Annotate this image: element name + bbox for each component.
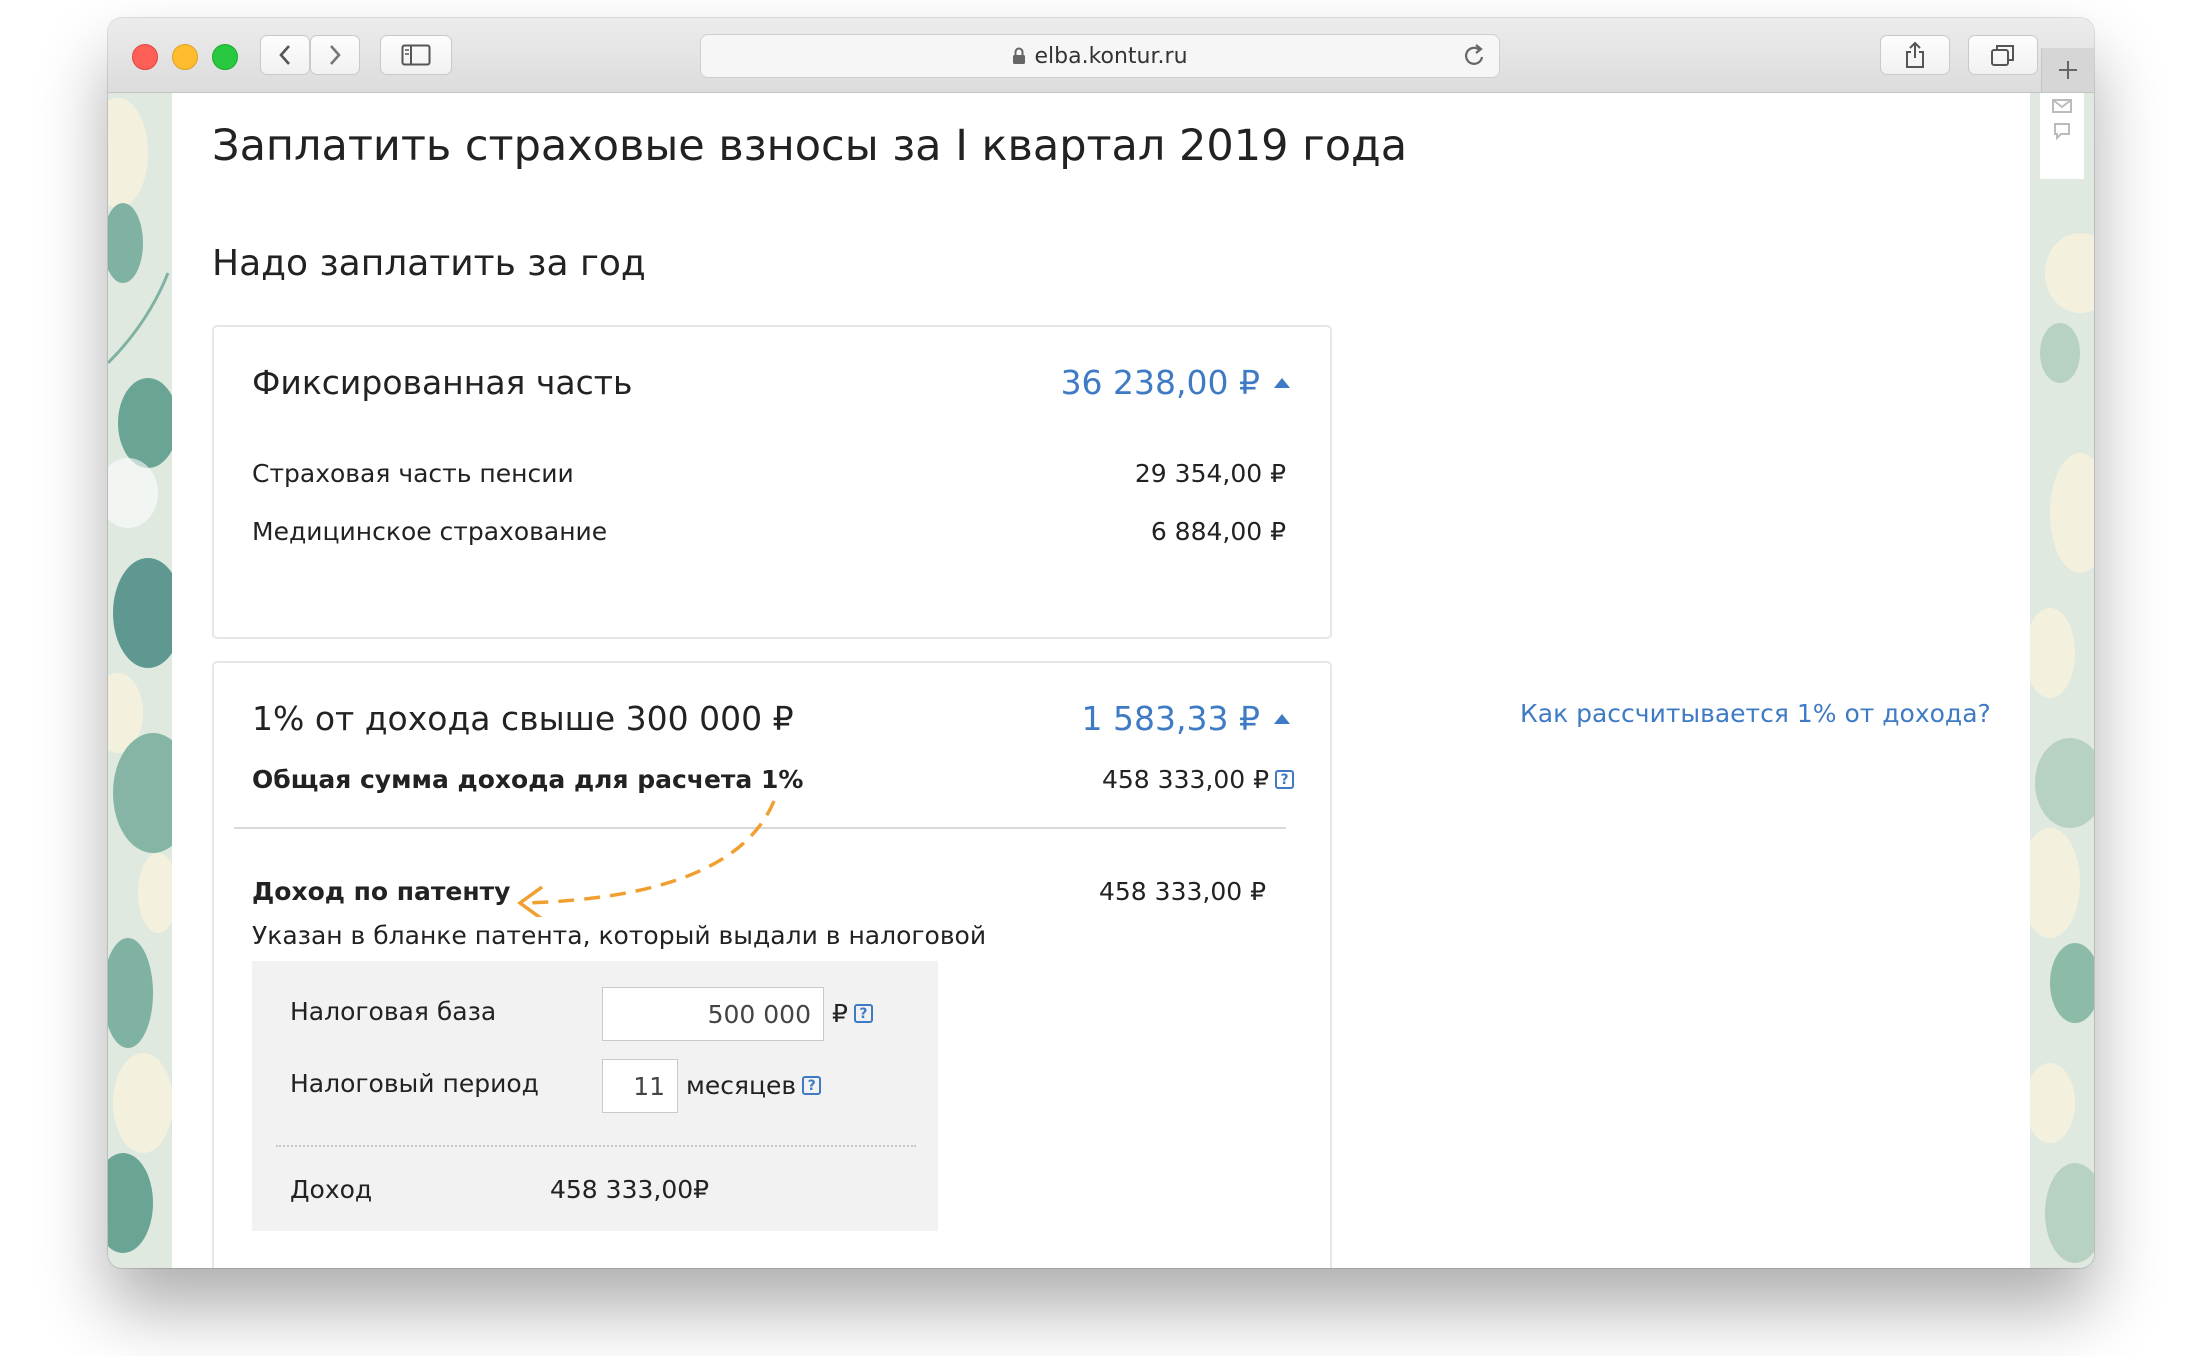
percent-amount[interactable]: 1 583,33 ₽ <box>1082 699 1290 738</box>
leaf-background-left <box>108 93 172 1268</box>
url-text: elba.kontur.ru <box>1034 43 1188 69</box>
patent-hint: Указан в бланке патента, который выдали … <box>252 921 987 950</box>
sidebar-button[interactable] <box>380 35 452 75</box>
total-income-value: 458 333,00 ₽ <box>1102 765 1269 794</box>
medical-value: 6 884,00 ₽ <box>1150 517 1286 546</box>
fixed-part-title: Фиксированная часть <box>252 363 633 402</box>
percent-help-link[interactable]: Как рассчитывается 1% от дохода? <box>1520 699 1991 728</box>
mail-icon[interactable] <box>2052 99 2072 113</box>
tax-base-label: Налоговая база <box>290 997 497 1026</box>
list-item: Медицинское страхование 6 884,00 ₽ <box>252 517 1286 546</box>
toolbar: elba.kontur.ru <box>108 18 2094 93</box>
medical-label: Медицинское страхование <box>252 517 608 546</box>
help-icon[interactable]: ? <box>802 1076 822 1095</box>
divider <box>276 1145 916 1147</box>
tax-period-unit: месяцев <box>686 1071 797 1100</box>
lock-icon <box>1012 47 1026 65</box>
help-icon[interactable]: ? <box>1275 770 1294 789</box>
back-icon <box>279 45 290 65</box>
page-title: Заплатить страховые взносы за I квартал … <box>212 121 1408 171</box>
tax-period-label: Налоговый период <box>290 1069 539 1098</box>
pension-label: Страховая часть пенсии <box>252 459 574 488</box>
income-label: Доход <box>290 1175 373 1204</box>
back-button[interactable] <box>260 35 310 75</box>
zoom-button[interactable] <box>212 44 238 70</box>
browser-window: elba.kontur.ru Заплатить страховые взнос… <box>108 18 2094 1268</box>
collapse-icon[interactable] <box>1274 377 1290 388</box>
share-icon <box>1906 41 1924 68</box>
fixed-part-card: Фиксированная часть 36 238,00 ₽ Страхова… <box>212 325 1332 639</box>
collapse-icon[interactable] <box>1274 713 1290 724</box>
fixed-part-amount-value: 36 238,00 ₽ <box>1060 363 1260 402</box>
tax-base-unit: ₽ <box>832 999 848 1028</box>
total-income-row: Общая сумма дохода для расчета 1% 458 33… <box>252 765 1294 794</box>
total-income-label: Общая сумма дохода для расчета 1% <box>252 765 804 794</box>
percent-amount-value: 1 583,33 ₽ <box>1081 699 1260 738</box>
address-bar[interactable]: elba.kontur.ru <box>700 34 1500 78</box>
patent-income-label: Доход по патенту <box>252 877 511 906</box>
page: Заплатить страховые взносы за I квартал … <box>172 93 2030 1268</box>
pension-value: 29 354,00 ₽ <box>1134 459 1286 488</box>
tabs-overview-button[interactable] <box>1968 35 2038 75</box>
percent-title: 1% от дохода свыше 300 000 ₽ <box>252 699 794 738</box>
arrow-annotation <box>517 800 776 917</box>
forward-icon <box>330 45 341 65</box>
section-title: Надо заплатить за год <box>212 243 646 284</box>
tabs-icon <box>1991 45 2014 66</box>
plus-icon <box>2059 61 2077 79</box>
percent-income-card: 1% от дохода свыше 300 000 ₽ 1 583,33 ₽ … <box>212 661 1332 1268</box>
income-value: 458 333,00₽ <box>550 1175 710 1204</box>
close-button[interactable] <box>132 44 158 70</box>
fixed-part-amount[interactable]: 36 238,00 ₽ <box>1061 363 1290 402</box>
patent-calculator: Налоговая база 500 000 ₽ ? Налоговый пер… <box>252 961 938 1231</box>
web-content: Заплатить страховые взносы за I квартал … <box>108 93 2094 1268</box>
tax-period-input[interactable]: 11 <box>602 1059 678 1113</box>
patent-income-value: 458 333,00 ₽ <box>1099 877 1266 906</box>
side-widget <box>2040 93 2084 179</box>
minimize-button[interactable] <box>172 44 198 70</box>
share-button[interactable] <box>1880 35 1950 75</box>
leaf-background-right <box>2030 93 2094 1268</box>
help-icon[interactable]: ? <box>853 1004 873 1023</box>
feedback-icon[interactable] <box>2052 121 2072 141</box>
reload-icon[interactable] <box>1463 43 1487 75</box>
forward-button[interactable] <box>310 35 360 75</box>
new-tab-button[interactable] <box>2041 48 2094 92</box>
list-item: Страховая часть пенсии 29 354,00 ₽ <box>252 459 1286 488</box>
sidebar-icon <box>401 44 431 66</box>
tax-base-input[interactable]: 500 000 <box>602 987 824 1041</box>
